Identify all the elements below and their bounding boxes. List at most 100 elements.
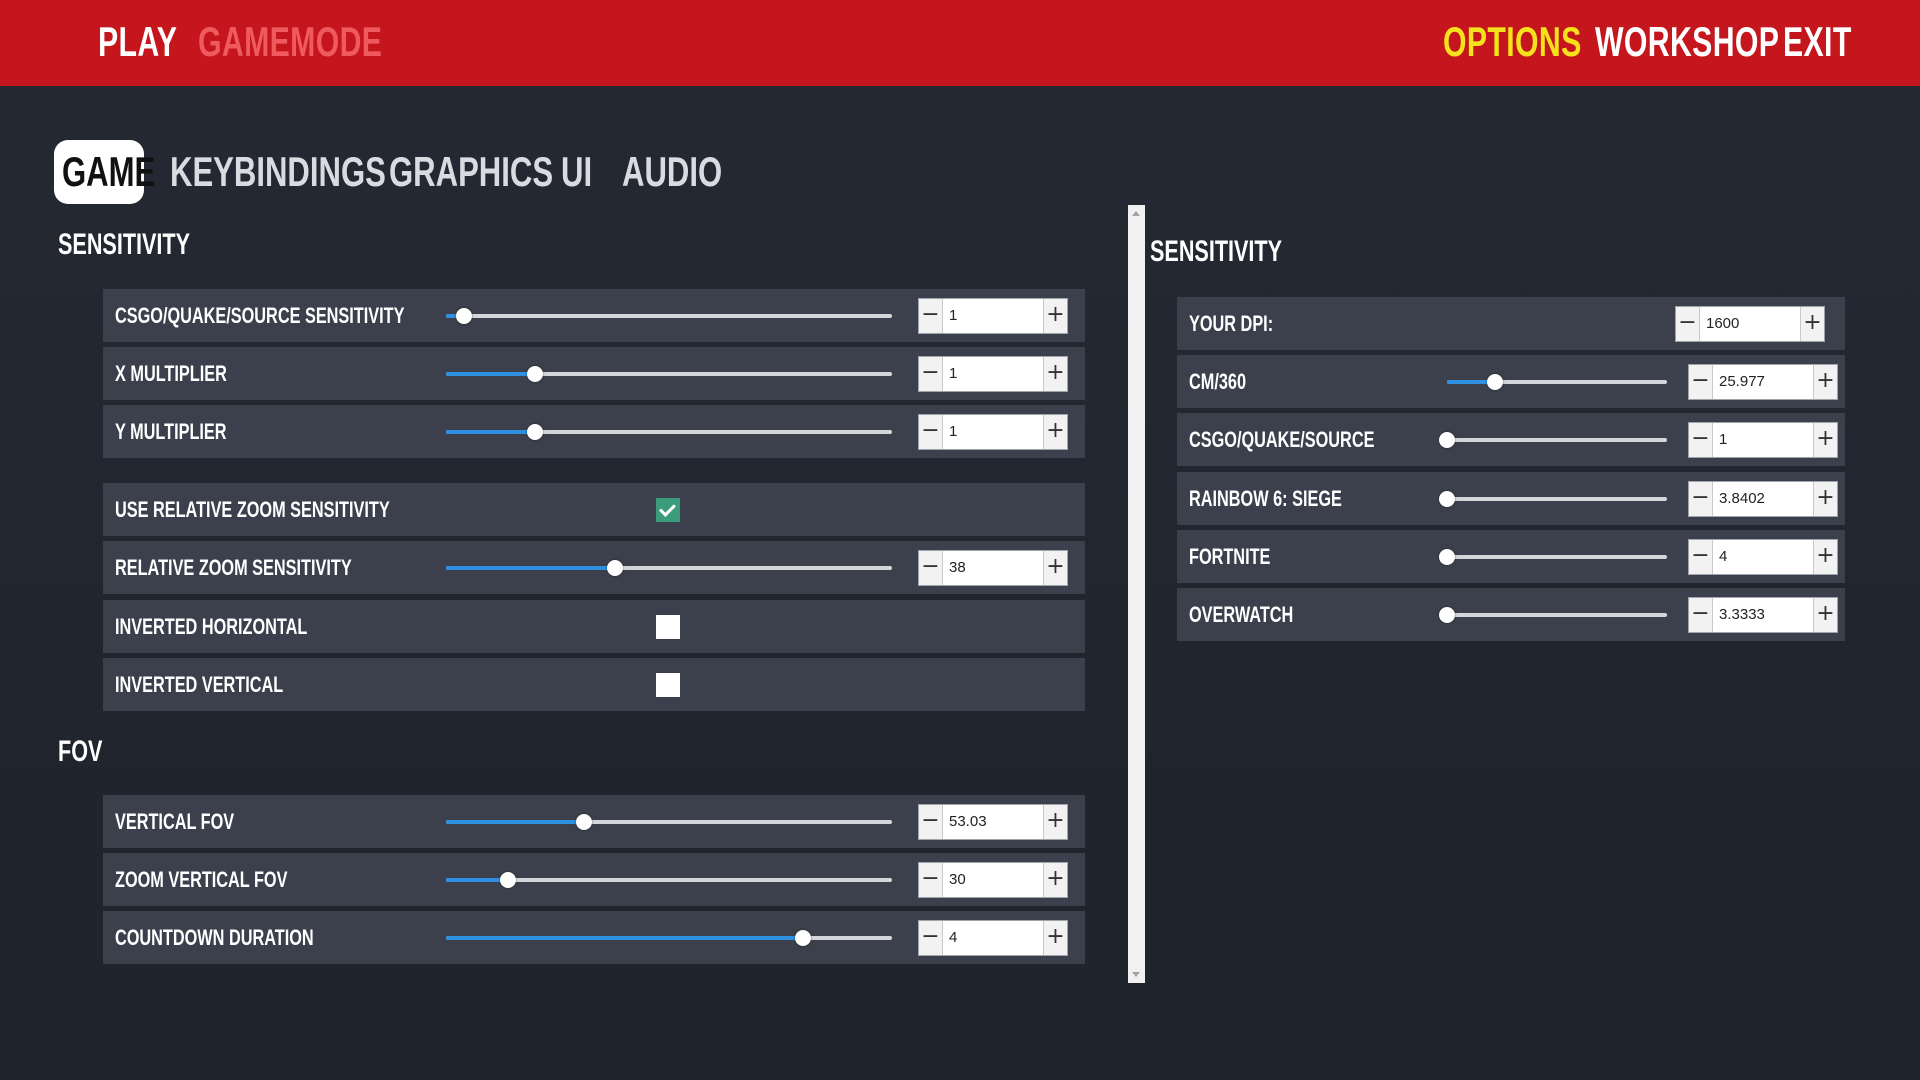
csgo-sens-slider[interactable] [446, 307, 892, 324]
dpi-stepper[interactable]: −+ [1675, 305, 1825, 342]
zoom-vfov-input[interactable] [943, 862, 1043, 897]
minus-icon[interactable]: − [919, 550, 943, 585]
inv-h-checkbox[interactable] [656, 614, 680, 639]
csgo-input[interactable] [1713, 422, 1813, 457]
r6-input[interactable] [1713, 481, 1813, 516]
minus-icon[interactable]: − [919, 414, 943, 449]
r6-slider-thumb[interactable] [1439, 490, 1455, 507]
fortnite-slider[interactable] [1439, 548, 1667, 565]
minus-icon[interactable]: − [919, 920, 943, 955]
countdown-slider-thumb[interactable] [794, 929, 811, 946]
countdown-input[interactable] [943, 920, 1043, 955]
plus-icon[interactable]: + [1800, 306, 1824, 341]
minus-icon[interactable]: − [919, 862, 943, 897]
csgo-slider[interactable] [1439, 431, 1667, 448]
y-mult-slider-fill [446, 429, 536, 434]
zoom-vfov-stepper[interactable]: −+ [918, 861, 1068, 898]
x-mult-slider[interactable] [446, 365, 892, 382]
rel-zoom-slider-fill [446, 565, 616, 570]
plus-icon[interactable]: + [1813, 364, 1837, 399]
scroll-up-icon[interactable] [1132, 211, 1140, 216]
nav-options[interactable]: OPTIONS [1443, 18, 1582, 66]
rel-zoom-stepper[interactable]: −+ [918, 549, 1068, 586]
tab-ui[interactable]: UI [561, 140, 603, 204]
minus-icon[interactable]: − [1689, 597, 1713, 632]
plus-icon[interactable]: + [1043, 920, 1067, 955]
minus-icon[interactable]: − [1689, 422, 1713, 457]
scrollbar[interactable] [1128, 205, 1145, 983]
overwatch-input[interactable] [1713, 597, 1813, 632]
r6-stepper[interactable]: −+ [1688, 480, 1838, 517]
minus-icon[interactable]: − [919, 804, 943, 839]
minus-icon[interactable]: − [919, 298, 943, 333]
plus-icon[interactable]: + [1813, 422, 1837, 457]
inv-v-checkbox[interactable] [656, 672, 680, 697]
vfov-slider[interactable] [446, 813, 892, 830]
x-mult-stepper[interactable]: −+ [918, 355, 1068, 392]
rel-zoom-label: RELATIVE ZOOM SENSITIVITY [115, 554, 352, 580]
overwatch-stepper[interactable]: −+ [1688, 596, 1838, 633]
x-mult-input[interactable] [943, 356, 1043, 391]
plus-icon[interactable]: + [1813, 539, 1837, 574]
x-mult-slider-thumb[interactable] [527, 365, 544, 382]
tab-game[interactable]: GAME [54, 140, 155, 204]
r6-slider[interactable] [1439, 490, 1667, 507]
setting-row-zoom-vfov: ZOOM VERTICAL FOV−+ [103, 853, 1085, 906]
nav-workshop[interactable]: WORKSHOP [1595, 18, 1779, 66]
minus-icon[interactable]: − [919, 356, 943, 391]
plus-icon[interactable]: + [1043, 862, 1067, 897]
countdown-slider[interactable] [446, 929, 892, 946]
plus-icon[interactable]: + [1043, 804, 1067, 839]
cm360-stepper[interactable]: −+ [1688, 363, 1838, 400]
minus-icon[interactable]: − [1676, 306, 1700, 341]
y-mult-slider[interactable] [446, 423, 892, 440]
plus-icon[interactable]: + [1043, 550, 1067, 585]
setting-row-countdown: COUNTDOWN DURATION−+ [103, 911, 1085, 964]
fortnite-stepper[interactable]: −+ [1688, 538, 1838, 575]
y-mult-slider-thumb[interactable] [527, 423, 544, 440]
nav-play[interactable]: PLAY [98, 18, 177, 66]
overwatch-slider-thumb[interactable] [1439, 606, 1455, 623]
nav-exit[interactable]: EXIT [1783, 18, 1852, 66]
csgo-stepper[interactable]: −+ [1688, 421, 1838, 458]
overwatch-slider[interactable] [1439, 606, 1667, 623]
overwatch-label: OVERWATCH [1189, 601, 1294, 627]
vfov-slider-thumb[interactable] [576, 813, 593, 830]
cm360-slider[interactable] [1447, 373, 1667, 390]
setting-row-y-mult: Y MULTIPLIER−+ [103, 405, 1085, 458]
cm360-slider-thumb[interactable] [1487, 373, 1504, 390]
plus-icon[interactable]: + [1043, 414, 1067, 449]
plus-icon[interactable]: + [1043, 356, 1067, 391]
rel-zoom-slider-thumb[interactable] [607, 559, 624, 576]
countdown-stepper[interactable]: −+ [918, 919, 1068, 956]
csgo-sens-slider-thumb[interactable] [455, 307, 472, 324]
vfov-input[interactable] [943, 804, 1043, 839]
section-title-fov: FOV [58, 735, 103, 768]
plus-icon[interactable]: + [1813, 481, 1837, 516]
y-mult-stepper[interactable]: −+ [918, 413, 1068, 450]
csgo-sens-stepper[interactable]: −+ [918, 297, 1068, 334]
rel-zoom-input[interactable] [943, 550, 1043, 585]
y-mult-input[interactable] [943, 414, 1043, 449]
nav-gamemode[interactable]: GAMEMODE [198, 18, 382, 66]
minus-icon[interactable]: − [1689, 364, 1713, 399]
fortnite-slider-thumb[interactable] [1439, 548, 1455, 565]
fortnite-input[interactable] [1713, 539, 1813, 574]
csgo-slider-thumb[interactable] [1439, 431, 1455, 448]
scroll-down-icon[interactable] [1132, 972, 1140, 977]
zoom-vfov-slider-thumb[interactable] [500, 871, 517, 888]
zoom-vfov-slider[interactable] [446, 871, 892, 888]
csgo-label: CSGO/QUAKE/SOURCE [1189, 426, 1375, 452]
dpi-input[interactable] [1700, 306, 1800, 341]
cm360-input[interactable] [1713, 364, 1813, 399]
rel-zoom-slider[interactable] [446, 559, 892, 576]
plus-icon[interactable]: + [1813, 597, 1837, 632]
use-rel-zoom-checkbox[interactable] [656, 497, 680, 522]
tab-audio[interactable]: AUDIO [622, 140, 757, 204]
vfov-stepper[interactable]: −+ [918, 803, 1068, 840]
minus-icon[interactable]: − [1689, 539, 1713, 574]
minus-icon[interactable]: − [1689, 481, 1713, 516]
plus-icon[interactable]: + [1043, 298, 1067, 333]
csgo-sens-input[interactable] [943, 298, 1043, 333]
setting-row-rel-zoom: RELATIVE ZOOM SENSITIVITY−+ [103, 541, 1085, 594]
